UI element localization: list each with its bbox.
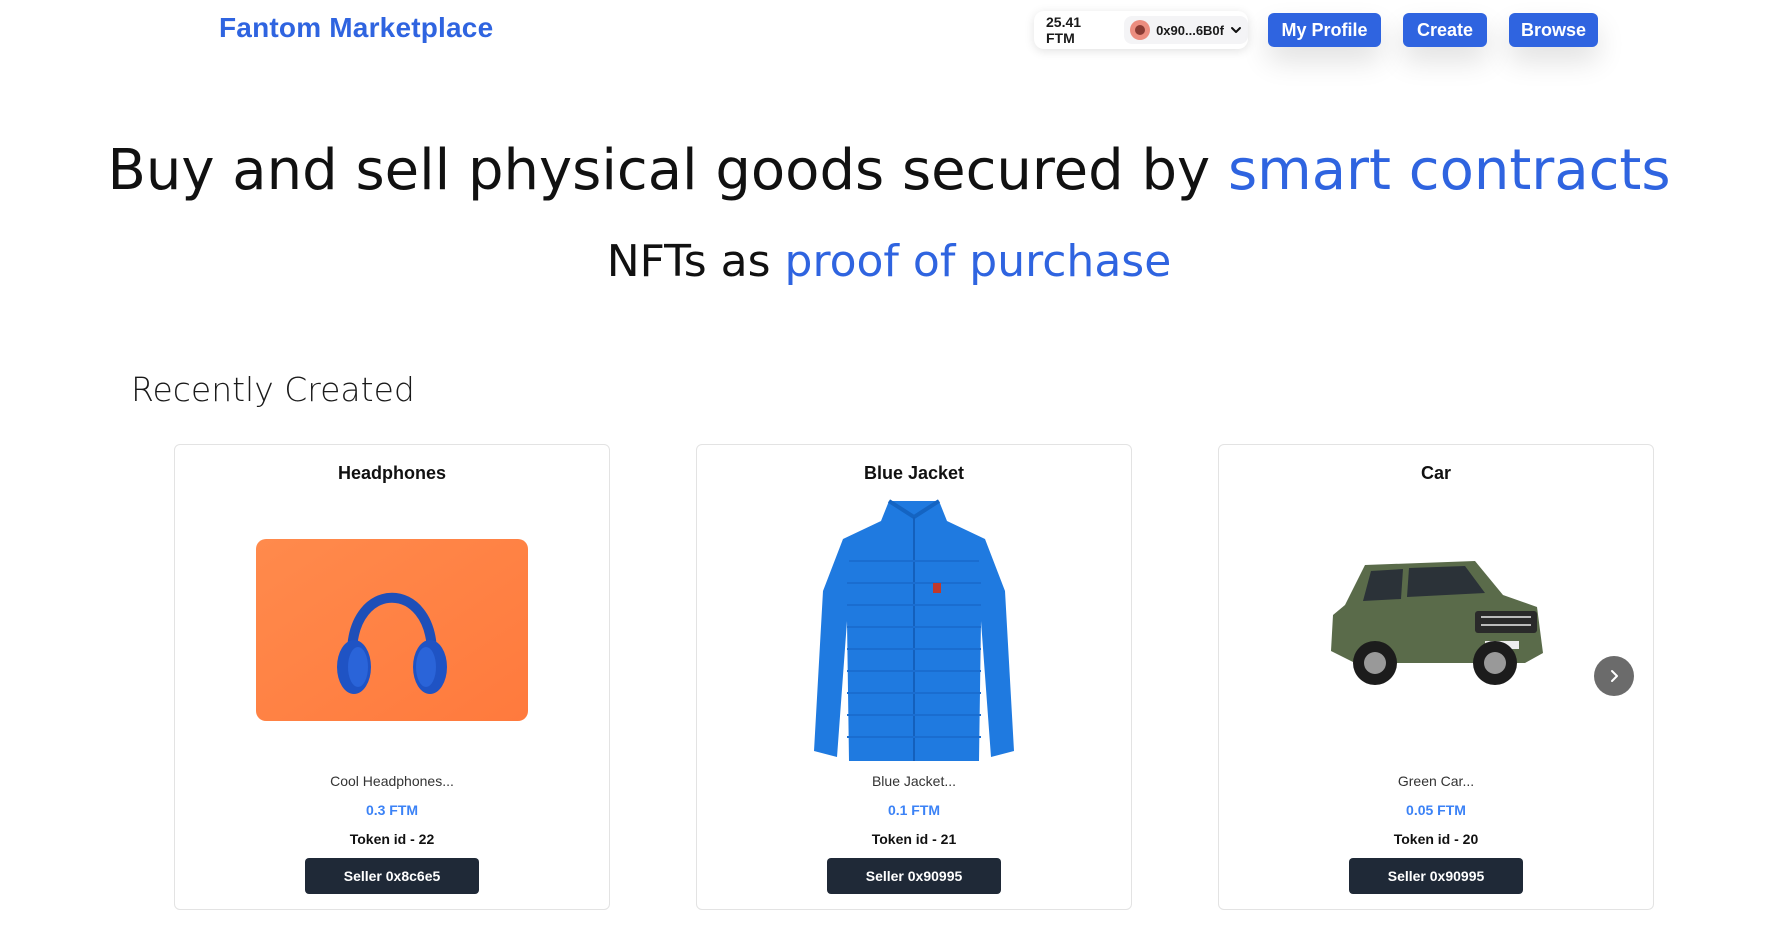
hero-subheadline-text: NFTs as xyxy=(606,236,785,287)
section-title: Recently Created xyxy=(131,370,415,409)
card-token-id: Token id - 21 xyxy=(871,831,957,847)
my-profile-button[interactable]: My Profile xyxy=(1268,13,1381,47)
chevron-right-icon xyxy=(1611,670,1618,682)
card-description: Green Car... xyxy=(1397,773,1475,789)
hero-subheadline: NFTs as proof of purchase xyxy=(0,236,1778,287)
wallet-address-dropdown[interactable]: 0x90...6B0f xyxy=(1124,16,1248,44)
card-description: Cool Headphones... xyxy=(330,773,454,789)
card-title: Blue Jacket xyxy=(863,463,965,483)
hero-headline: Buy and sell physical goods secured by s… xyxy=(0,138,1778,203)
avatar xyxy=(1130,20,1151,40)
hero-headline-text: Buy and sell physical goods secured by xyxy=(107,138,1228,203)
card-title: Headphones xyxy=(337,463,447,483)
wallet-address: 0x90...6B0f xyxy=(1156,22,1224,38)
hero-headline-accent: smart contracts xyxy=(1227,138,1671,203)
hero-subheadline-accent: proof of purchase xyxy=(784,236,1172,287)
wallet-balance: 25.41 FTM xyxy=(1046,14,1082,46)
product-card[interactable]: Headphones Cool Headphones... 0.3 FTM To… xyxy=(174,444,610,910)
seller-button[interactable]: Seller 0x90995 xyxy=(827,858,1001,894)
carousel-next-button[interactable] xyxy=(1594,656,1634,696)
seller-button[interactable]: Seller 0x90995 xyxy=(1349,858,1523,894)
jacket-image xyxy=(814,499,1014,761)
card-title: Car xyxy=(1420,463,1451,483)
product-card[interactable]: Car Green Car... 0.05 FTM Token id - 20 … xyxy=(1218,444,1654,910)
create-button[interactable]: Create xyxy=(1403,13,1487,47)
card-token-id: Token id - 20 xyxy=(1393,831,1479,847)
brand-logo[interactable]: Fantom Marketplace xyxy=(219,12,493,44)
card-price: 0.1 FTM xyxy=(887,802,941,818)
card-description: Blue Jacket... xyxy=(871,773,957,789)
browse-button[interactable]: Browse xyxy=(1509,13,1598,47)
wallet-widget[interactable]: 25.41 FTM 0x90...6B0f xyxy=(1034,11,1248,49)
chevron-down-icon xyxy=(1231,27,1241,33)
card-price: 0.05 FTM xyxy=(1406,802,1466,818)
headphones-image xyxy=(256,539,528,721)
car-image xyxy=(1331,561,1543,685)
card-token-id: Token id - 22 xyxy=(349,831,435,847)
card-price: 0.3 FTM xyxy=(365,802,419,818)
seller-button[interactable]: Seller 0x8c6e5 xyxy=(305,858,479,894)
product-card[interactable]: Blue Jacket Blue Jacket... 0.1 FTM Token… xyxy=(696,444,1132,910)
